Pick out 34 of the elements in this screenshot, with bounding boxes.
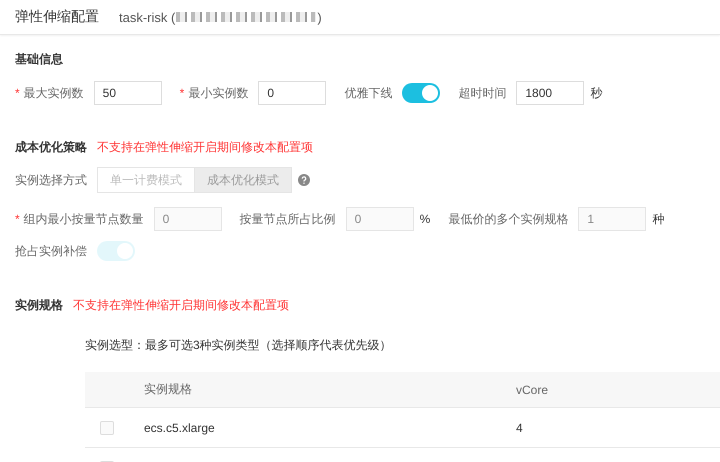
closing-paren: ) [317, 10, 322, 24]
page-title: 弹性伸缩配置 [15, 8, 99, 26]
app-name: task-risk ( [119, 10, 176, 24]
column-header: vCore [515, 372, 720, 408]
unit-label: 秒 [590, 84, 602, 102]
field-label: 最大实例数 [24, 84, 84, 102]
warning-text: 不支持在弹性伸缩开启期间修改本配置项 [97, 138, 313, 156]
warning-text: 不支持在弹性伸缩开启期间修改本配置项 [73, 296, 289, 314]
help-icon[interactable] [298, 174, 310, 186]
required-mark: * [180, 86, 184, 100]
field-label: 实例选择方式 [15, 172, 87, 188]
number-input[interactable]: 1800 [516, 81, 584, 105]
field-label: 最低价的多个实例规格 [448, 210, 568, 228]
field-label: 最小实例数 [188, 84, 248, 102]
section-title: 实例规格 [15, 296, 63, 314]
toggle-switch[interactable] [402, 83, 440, 103]
table-cell: ecs.c5.xlarge [143, 408, 515, 448]
table-cell: 4 [515, 408, 720, 448]
section-title: 成本优化策略 [15, 138, 87, 156]
number-input[interactable]: 50 [94, 81, 162, 105]
unit-label: 种 [652, 210, 664, 228]
hint-text: 实例选型：最多可选3种实例类型（选择顺序代表优先级） [85, 337, 393, 354]
field-label: 按量节点所占比例 [240, 210, 336, 228]
row-checkbox[interactable] [100, 420, 114, 435]
number-input[interactable]: 0 [258, 81, 326, 105]
field-label: 抢占实例补偿 [15, 242, 87, 260]
column-header: 实例规格 [143, 372, 515, 408]
unit-label: % [420, 212, 430, 226]
field-label: 优雅下线 [344, 84, 392, 102]
section-title: 基础信息 [15, 50, 63, 68]
required-mark: * [15, 212, 20, 226]
field-label: 组内最小按量节点数量 [24, 210, 144, 228]
required-mark: * [15, 86, 20, 100]
field-label: 超时时间 [458, 84, 506, 102]
